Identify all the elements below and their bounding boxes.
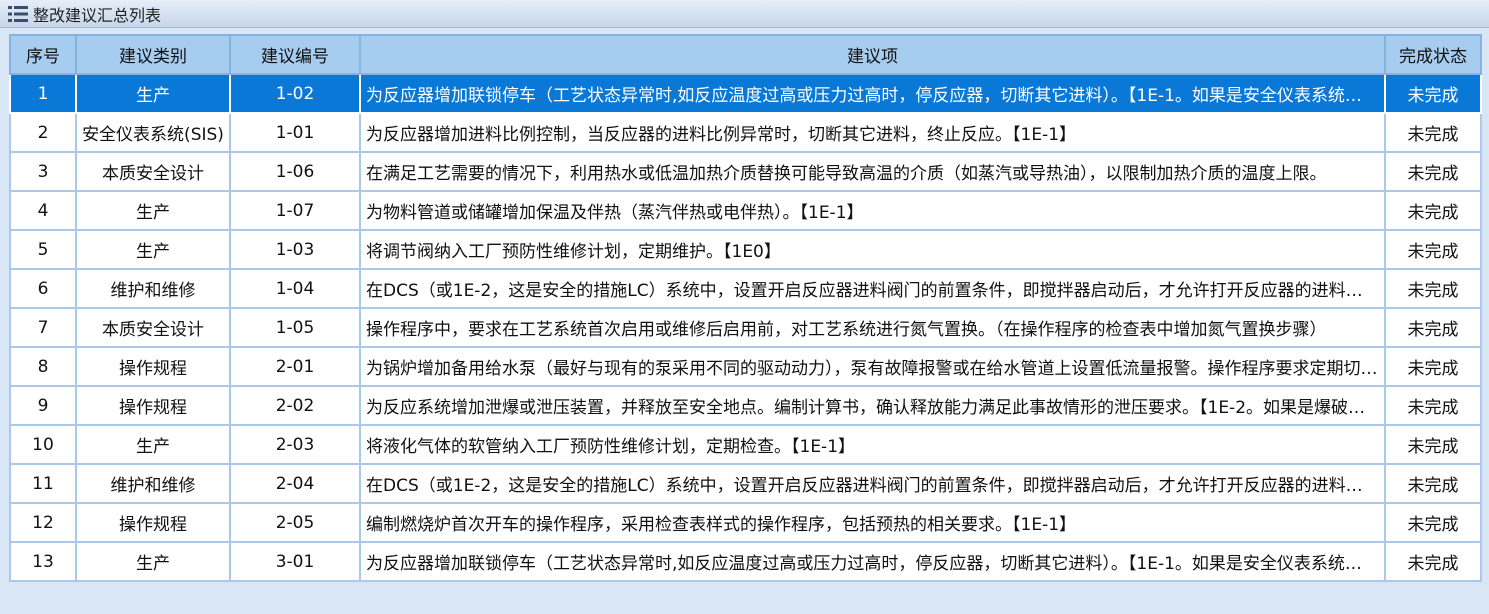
cell-status: 未完成 — [1384, 73, 1482, 114]
cell-status: 未完成 — [1384, 463, 1482, 504]
cell-status: 未完成 — [1384, 307, 1482, 348]
cell-index: 11 — [9, 463, 77, 504]
grid-panel: 序号 建议类别 建议编号 建议项 完成状态 1 生产 1-02 为反应器增加联锁停车（… — [0, 28, 1489, 614]
cell-item: 将调节阀纳入工厂预防性维修计划，定期维护。【1E0】 — [359, 229, 1386, 270]
cell-item: 操作程序中，要求在工艺系统首次启用或维修后启用前，对工艺系统进行氮气置换。（在操… — [359, 307, 1386, 348]
cell-number: 1-01 — [229, 112, 361, 153]
cell-category: 生产 — [75, 229, 231, 270]
cell-category: 本质安全设计 — [75, 151, 231, 192]
cell-index: 5 — [9, 229, 77, 270]
table-row[interactable]: 7 本质安全设计 1-05 操作程序中，要求在工艺系统首次启用或维修后启用前，对工艺系… — [9, 307, 1482, 348]
cell-index: 6 — [9, 268, 77, 309]
cell-status: 未完成 — [1384, 112, 1482, 153]
column-header-item[interactable]: 建议项 — [359, 34, 1386, 75]
cell-number: 1-07 — [229, 190, 361, 231]
cell-status: 未完成 — [1384, 268, 1482, 309]
cell-category: 维护和维修 — [75, 268, 231, 309]
cell-category: 本质安全设计 — [75, 307, 231, 348]
cell-status: 未完成 — [1384, 229, 1482, 270]
table-row[interactable]: 10 生产 2-03 将液化气体的软管纳入工厂预防性维修计划，定期检查。【1E-1】未… — [9, 424, 1482, 465]
cell-status: 未完成 — [1384, 190, 1482, 231]
table-row[interactable]: 8 操作规程 2-01 为锅炉增加备用给水泵（最好与现有的泵采用不同的驱动动力），泵有… — [9, 346, 1482, 387]
cell-item: 将液化气体的软管纳入工厂预防性维修计划，定期检查。【1E-1】 — [359, 424, 1386, 465]
cell-index: 12 — [9, 502, 77, 543]
cell-category: 安全仪表系统(SIS) — [75, 112, 231, 153]
cell-item: 编制燃烧炉首次开车的操作程序，采用检查表样式的操作程序，包括预热的相关要求。【1… — [359, 502, 1386, 543]
cell-item: 为物料管道或储罐增加保温及伴热（蒸汽伴热或电伴热）。【1E-1】 — [359, 190, 1386, 231]
cell-number: 2-01 — [229, 346, 361, 387]
cell-number: 3-01 — [229, 541, 361, 582]
table-body: 1 生产 1-02 为反应器增加联锁停车（工艺状态异常时,如反应温度过高或压力过高时，… — [9, 73, 1482, 582]
cell-number: 1-02 — [229, 73, 361, 114]
table-row[interactable]: 6 维护和维修 1-04 在DCS（或1E-2，这是安全的措施LC）系统中，设置开启反… — [9, 268, 1482, 309]
cell-number: 1-04 — [229, 268, 361, 309]
column-header-status[interactable]: 完成状态 — [1384, 34, 1482, 75]
table-row[interactable]: 4 生产 1-07 为物料管道或储罐增加保温及伴热（蒸汽伴热或电伴热）。【1E-1】未… — [9, 190, 1482, 231]
cell-item: 为反应器增加进料比例控制，当反应器的进料比例异常时，切断其它进料，终止反应。【1… — [359, 112, 1386, 153]
cell-item: 为反应器增加联锁停车（工艺状态异常时,如反应温度过高或压力过高时，停反应器，切断… — [359, 73, 1386, 114]
cell-category: 操作规程 — [75, 346, 231, 387]
cell-item: 为反应系统增加泄爆或泄压装置，并释放至安全地点。编制计算书，确认释放能力满足此事… — [359, 385, 1386, 426]
cell-category: 操作规程 — [75, 385, 231, 426]
cell-category: 生产 — [75, 190, 231, 231]
cell-status: 未完成 — [1384, 541, 1482, 582]
cell-number: 1-05 — [229, 307, 361, 348]
window-titlebar: 整改建议汇总列表 — [0, 0, 1489, 28]
cell-number: 1-06 — [229, 151, 361, 192]
cell-index: 7 — [9, 307, 77, 348]
cell-index: 4 — [9, 190, 77, 231]
cell-item: 在DCS（或1E-2，这是安全的措施LC）系统中，设置开启反应器进料阀门的前置条… — [359, 268, 1386, 309]
cell-category: 生产 — [75, 541, 231, 582]
table-row[interactable]: 11 维护和维修 2-04 在DCS（或1E-2，这是安全的措施LC）系统中，设置开启… — [9, 463, 1482, 504]
cell-index: 1 — [9, 73, 77, 114]
cell-status: 未完成 — [1384, 151, 1482, 192]
column-header-category[interactable]: 建议类别 — [75, 34, 231, 75]
cell-item: 为锅炉增加备用给水泵（最好与现有的泵采用不同的驱动动力），泵有故障报警或在给水管… — [359, 346, 1386, 387]
column-header-number[interactable]: 建议编号 — [229, 34, 361, 75]
cell-index: 13 — [9, 541, 77, 582]
suggestion-table: 序号 建议类别 建议编号 建议项 完成状态 1 生产 1-02 为反应器增加联锁停车（… — [9, 34, 1482, 582]
header-row: 序号 建议类别 建议编号 建议项 完成状态 — [9, 34, 1482, 75]
cell-status: 未完成 — [1384, 385, 1482, 426]
table-row[interactable]: 1 生产 1-02 为反应器增加联锁停车（工艺状态异常时,如反应温度过高或压力过高时，… — [9, 73, 1482, 114]
cell-item: 在满足工艺需要的情况下，利用热水或低温加热介质替换可能导致高温的介质（如蒸汽或导… — [359, 151, 1386, 192]
column-header-index[interactable]: 序号 — [9, 34, 77, 75]
cell-item: 为反应器增加联锁停车（工艺状态异常时,如反应温度过高或压力过高时，停反应器，切断… — [359, 541, 1386, 582]
cell-index: 3 — [9, 151, 77, 192]
cell-number: 2-02 — [229, 385, 361, 426]
cell-status: 未完成 — [1384, 502, 1482, 543]
cell-number: 2-03 — [229, 424, 361, 465]
table-row[interactable]: 13 生产 3-01 为反应器增加联锁停车（工艺状态异常时,如反应温度过高或压力过高时… — [9, 541, 1482, 582]
cell-category: 操作规程 — [75, 502, 231, 543]
cell-status: 未完成 — [1384, 346, 1482, 387]
table-row[interactable]: 5 生产 1-03 将调节阀纳入工厂预防性维修计划，定期维护。【1E0】 未完成 — [9, 229, 1482, 270]
cell-index: 9 — [9, 385, 77, 426]
cell-number: 2-05 — [229, 502, 361, 543]
window-title: 整改建议汇总列表 — [33, 5, 162, 25]
list-icon — [8, 5, 28, 22]
cell-status: 未完成 — [1384, 424, 1482, 465]
table-row[interactable]: 9 操作规程 2-02 为反应系统增加泄爆或泄压装置，并释放至安全地点。编制计算书，确… — [9, 385, 1482, 426]
cell-index: 8 — [9, 346, 77, 387]
cell-category: 生产 — [75, 424, 231, 465]
table-row[interactable]: 2 安全仪表系统(SIS) 1-01 为反应器增加进料比例控制，当反应器的进料比例异常… — [9, 112, 1482, 153]
cell-category: 生产 — [75, 73, 231, 114]
cell-index: 2 — [9, 112, 77, 153]
cell-number: 1-03 — [229, 229, 361, 270]
cell-index: 10 — [9, 424, 77, 465]
cell-item: 在DCS（或1E-2，这是安全的措施LC）系统中，设置开启反应器进料阀门的前置条… — [359, 463, 1386, 504]
cell-number: 2-04 — [229, 463, 361, 504]
table-row[interactable]: 3 本质安全设计 1-06 在满足工艺需要的情况下，利用热水或低温加热介质替换可能导致… — [9, 151, 1482, 192]
table-row[interactable]: 12 操作规程 2-05 编制燃烧炉首次开车的操作程序，采用检查表样式的操作程序，包括… — [9, 502, 1482, 543]
cell-category: 维护和维修 — [75, 463, 231, 504]
